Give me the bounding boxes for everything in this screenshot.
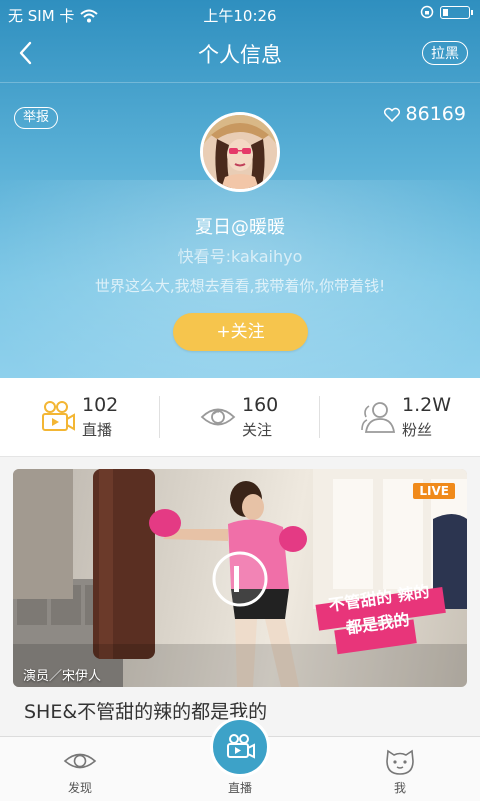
likes-counter[interactable]: 86169: [383, 103, 466, 125]
face-icon: [386, 749, 414, 775]
bio-text: 世界这么大,我想去看看,我带着你,你带着钱!: [94, 277, 386, 295]
kk-id: 快看号:kakaihyo: [177, 247, 303, 266]
rotation-lock-icon: [420, 5, 434, 19]
profile-header: 无 SIM 卡 上午10:26 个人信息 拉黑 举报 86169 夏日@暖暖 快…: [0, 0, 480, 378]
follow-button[interactable]: +关注: [173, 313, 308, 351]
likes-count: 86169: [405, 103, 466, 125]
stat-fans-count[interactable]: 1.2W 粉丝: [320, 378, 480, 456]
eye-icon: [200, 408, 236, 426]
nav-bar: 个人信息 拉黑: [0, 28, 480, 80]
report-button[interactable]: 举报: [14, 107, 59, 129]
tab-label: 我: [393, 781, 406, 795]
clock: 上午10:26: [203, 7, 277, 25]
fans-icon: [361, 402, 396, 433]
video-card[interactable]: 不管甜的 辣的 都是我的 LIVE 演员／宋伊人: [13, 469, 467, 687]
tab-me[interactable]: 我: [320, 737, 480, 801]
stat-number: 160: [242, 394, 279, 416]
stats-bar: 102 直播 160 关注 1.2W 粉丝: [0, 378, 480, 457]
nickname: 夏日@暖暖: [195, 217, 285, 238]
heart-icon: [383, 107, 400, 122]
go-live-button[interactable]: [210, 717, 270, 777]
stat-following-count[interactable]: 160 关注: [160, 378, 320, 456]
tab-label: 直播: [227, 781, 252, 795]
eye-icon: [63, 753, 97, 769]
tab-discover[interactable]: 发现: [0, 737, 160, 801]
actor-caption: 演员／宋伊人: [23, 669, 102, 684]
video-camera-icon: [42, 401, 75, 431]
stat-label: 粉丝: [402, 421, 433, 439]
tab-label: 发现: [67, 781, 92, 795]
battery-icon: [440, 5, 473, 19]
video-thumbnail: [13, 469, 467, 687]
avatar[interactable]: [200, 112, 280, 192]
status-bar: 无 SIM 卡 上午10:26: [0, 0, 480, 28]
stat-number: 102: [82, 394, 119, 416]
stat-number: 1.2W: [402, 394, 452, 416]
video-camera-icon: [227, 734, 255, 759]
stat-live-count[interactable]: 102 直播: [0, 378, 160, 456]
block-button[interactable]: 拉黑: [422, 41, 468, 65]
page-title: 个人信息: [198, 43, 282, 67]
live-badge: LIVE: [413, 483, 455, 499]
stat-label: 直播: [82, 421, 113, 439]
stat-label: 关注: [242, 421, 273, 439]
avatar-portrait: [203, 115, 277, 189]
